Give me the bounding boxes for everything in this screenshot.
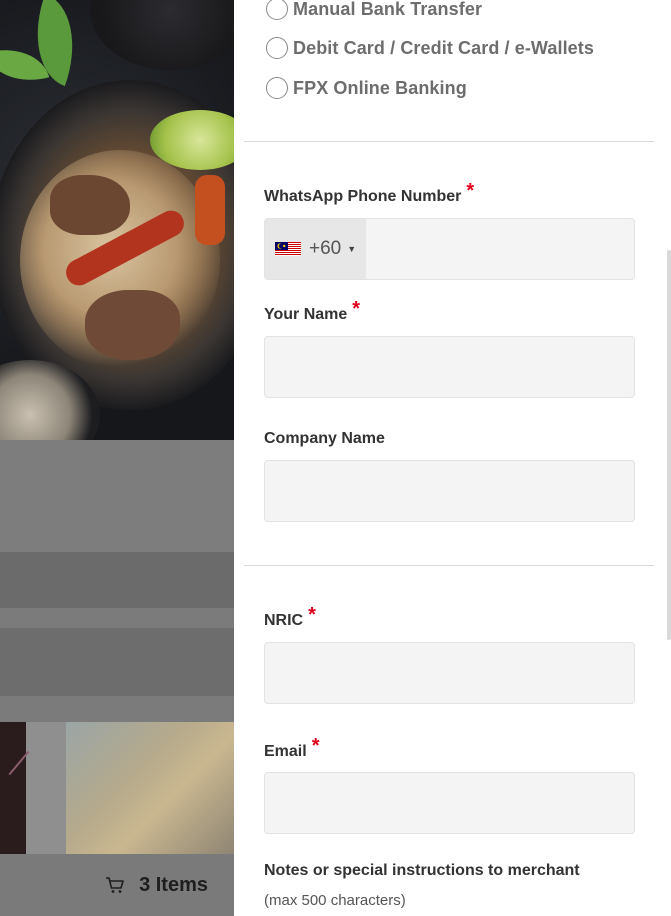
radio-button[interactable] <box>266 37 288 59</box>
scrollbar[interactable] <box>667 250 671 640</box>
email-field-label: Email * <box>264 735 319 762</box>
whatsapp-field-label: WhatsApp Phone Number * <box>264 180 474 207</box>
country-code-dropdown[interactable]: +60 ▼ <box>265 219 366 279</box>
field-label-text: Your Name <box>264 306 348 323</box>
cart-icon <box>106 877 124 893</box>
notes-hint: (max 500 characters) <box>264 892 406 909</box>
radio-button[interactable] <box>266 77 288 99</box>
cart-count-label: 3 Items <box>139 873 208 896</box>
background-section <box>0 552 234 608</box>
name-field-label: Your Name * <box>264 298 360 325</box>
product-thumbnail[interactable] <box>66 722 234 854</box>
chevron-down-icon: ▼ <box>347 244 357 254</box>
background-section <box>0 696 234 722</box>
email-input[interactable] <box>264 772 635 834</box>
section-divider <box>244 565 654 566</box>
background-section <box>0 440 234 552</box>
background-section <box>0 628 234 696</box>
required-asterisk: * <box>308 604 316 626</box>
nric-input[interactable] <box>264 642 635 704</box>
field-label-text: Email <box>264 743 307 760</box>
whatsapp-phone-input[interactable] <box>366 219 634 279</box>
company-name-input[interactable] <box>264 460 635 522</box>
product-thumbnail[interactable] <box>0 722 26 854</box>
notes-field-label: Notes or special instructions to merchan… <box>264 862 580 879</box>
cart-bar[interactable]: 3 Items <box>0 854 234 916</box>
section-divider <box>244 141 654 142</box>
required-asterisk: * <box>466 180 475 202</box>
payment-option-label: Manual Bank Transfer <box>293 0 483 19</box>
payment-option-manual-transfer[interactable]: Manual Bank Transfer <box>266 0 482 20</box>
payment-option-label: Debit Card / Credit Card / e-Wallets <box>293 37 594 58</box>
company-field-label: Company Name <box>264 430 385 448</box>
required-asterisk: * <box>311 735 320 757</box>
storefront-background: 3 Items <box>0 0 234 916</box>
field-label-text: NRIC <box>264 612 304 629</box>
field-label-text: Company Name <box>264 430 385 447</box>
required-asterisk: * <box>352 298 361 320</box>
field-label-text: WhatsApp Phone Number <box>264 188 462 205</box>
malaysia-flag-icon <box>275 242 301 256</box>
payment-option-fpx[interactable]: FPX Online Banking <box>266 77 467 99</box>
radio-button[interactable] <box>266 0 288 20</box>
payment-option-card[interactable]: Debit Card / Credit Card / e-Wallets <box>266 37 594 59</box>
payment-option-label: FPX Online Banking <box>293 77 467 98</box>
checkout-drawer: Manual Bank Transfer Debit Card / Credit… <box>234 0 671 916</box>
nric-field-label: NRIC * <box>264 604 316 631</box>
name-input[interactable] <box>264 336 635 398</box>
background-section <box>0 608 234 628</box>
whatsapp-phone-field: +60 ▼ <box>264 218 635 280</box>
country-dial-code: +60 <box>309 238 342 259</box>
hero-food-image <box>0 0 234 440</box>
